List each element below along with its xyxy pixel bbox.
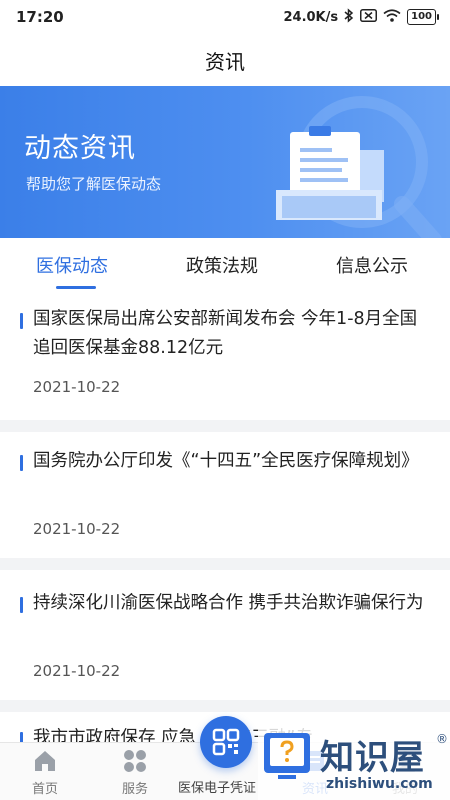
active-tab-indicator (56, 286, 96, 289)
network-speed: 24.0K/s (283, 9, 339, 25)
tab-medical-news[interactable]: 医保动态 (36, 252, 108, 278)
sim-off-icon (360, 8, 378, 26)
status-indicators: 24.0K/s 100 (283, 7, 439, 27)
list-item[interactable]: 持续深化川渝医保战略合作 携手共治欺诈骗保行为 2021-10-22 (0, 570, 450, 700)
banner-title: 动态资讯 (24, 133, 136, 164)
tab-disclosure[interactable]: 信息公示 (336, 252, 408, 278)
document-illustration-icon (276, 96, 442, 238)
tab-policy[interactable]: 政策法规 (186, 252, 258, 278)
watermark-brand: 知识屋 (320, 738, 425, 778)
grid-icon (124, 750, 146, 772)
qr-code-icon (212, 728, 240, 756)
news-date: 2021-10-22 (33, 662, 121, 680)
nav-label: 首页 (31, 782, 58, 797)
news-title: 国家医保局出席公安部新闻发布会 今年1-8月全国追回医保基金88.12亿元 (33, 309, 418, 358)
tab-bar: 医保动态 政策法规 信息公示 (0, 238, 450, 294)
header: 资讯 (0, 34, 450, 86)
home-icon (35, 751, 55, 771)
watermark-registered: ® (436, 732, 448, 746)
watermark-url: zhishiwu.com (326, 776, 433, 792)
banner-subtitle: 帮助您了解医保动态 (26, 175, 162, 193)
title-marker (20, 597, 23, 613)
list-item[interactable]: 国家医保局出席公安部新闻发布会 今年1-8月全国追回医保基金88.12亿元 20… (0, 294, 450, 420)
news-title: 国务院办公厅印发《“十四五”全民医疗保障规划》 (33, 451, 419, 471)
news-date: 2021-10-22 (33, 378, 121, 396)
title-marker (20, 455, 23, 471)
list-item[interactable]: 国务院办公厅印发《“十四五”全民医疗保障规划》 2021-10-22 (0, 432, 450, 558)
news-title: 持续深化川渝医保战略合作 携手共治欺诈骗保行为 (33, 593, 424, 613)
page-title: 资讯 (205, 49, 245, 74)
nav-label: 医保电子凭证 (178, 781, 257, 796)
wifi-icon (383, 8, 401, 26)
nav-service[interactable]: 服务 (90, 743, 180, 800)
nav-label: 服务 (121, 782, 148, 797)
medical-e-voucher-button[interactable] (200, 716, 252, 768)
status-time: 17:20 (16, 8, 64, 26)
nav-home[interactable]: 首页 (0, 743, 90, 800)
bluetooth-icon (344, 7, 354, 27)
title-marker (20, 313, 23, 329)
info-banner: 动态资讯 帮助您了解医保动态 (0, 86, 450, 238)
status-bar: 17:20 24.0K/s 100 (0, 0, 450, 34)
news-date: 2021-10-22 (33, 520, 121, 538)
battery-indicator: 100 (407, 9, 439, 25)
